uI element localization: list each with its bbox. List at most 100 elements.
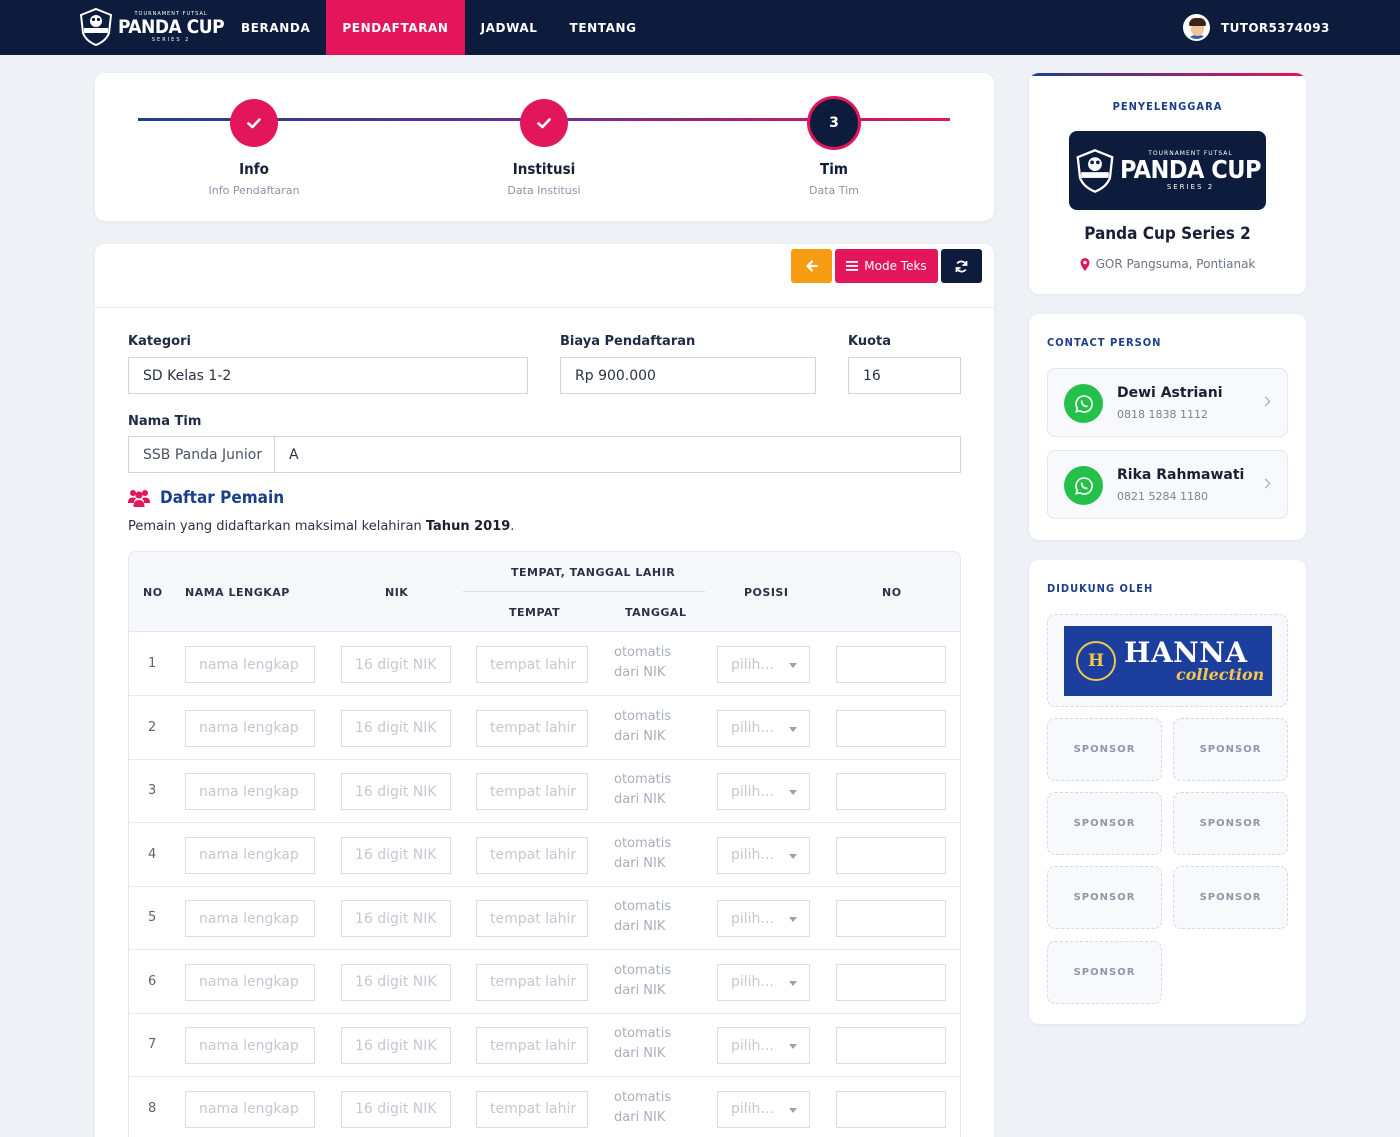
name-input[interactable]: nama lengkap — [185, 1090, 315, 1128]
sponsor-slot[interactable]: SPONSOR — [1047, 792, 1162, 855]
birthplace-input[interactable]: tempat lahir — [476, 773, 588, 810]
header-tanggal: TANGGAL — [625, 606, 687, 619]
birthdate-auto: otomatis dari NIK — [614, 835, 672, 871]
row-number: 4 — [148, 846, 157, 862]
jersey-number-input[interactable] — [836, 900, 946, 937]
organizer-logo: TOURNAMENT FUTSAL PANDA CUP SERIES 2 — [1069, 131, 1266, 210]
name-input[interactable]: nama lengkap — [185, 900, 315, 937]
table-row: 1 nama lengkap 16 digit NIK tempat lahir oto… — [129, 632, 960, 696]
chevron-down-icon — [789, 663, 797, 668]
chevron-down-icon — [789, 1044, 797, 1049]
sponsor-slot[interactable]: SPONSOR — [1173, 718, 1288, 781]
table-row: 8 nama lengkap 16 digit NIK tempat lahir oto… — [129, 1077, 960, 1137]
table-row: 2 nama lengkap 16 digit NIK tempat lahir oto… — [129, 696, 960, 760]
user-menu[interactable]: TUTOR5374093 — [1183, 14, 1330, 41]
kuota-field[interactable]: 16 — [848, 357, 961, 394]
birthplace-input[interactable]: tempat lahir — [476, 1027, 588, 1064]
position-select[interactable]: pilih... — [717, 836, 810, 874]
birthplace-input[interactable]: tempat lahir — [476, 900, 588, 937]
nav-item-pendaftaran[interactable]: PENDAFTARAN — [326, 0, 465, 55]
nav-item-jadwal[interactable]: JADWAL — [465, 0, 554, 55]
nik-input[interactable]: 16 digit NIK — [341, 709, 451, 747]
nama-tim-input[interactable]: A — [274, 436, 961, 473]
step-institusi[interactable]: Institusi Data Institusi — [464, 99, 624, 197]
name-input[interactable]: nama lengkap — [185, 1027, 315, 1064]
name-input[interactable]: nama lengkap — [185, 773, 315, 810]
table-row: 6 nama lengkap 16 digit NIK tempat lahir oto… — [129, 950, 960, 1014]
jersey-number-input[interactable] — [836, 773, 946, 810]
chevron-down-icon — [789, 980, 797, 986]
position-select[interactable]: pilih... — [717, 1090, 810, 1128]
refresh-button[interactable] — [941, 249, 982, 283]
biaya-field[interactable]: Rp 900.000 — [560, 357, 816, 394]
text-mode-button[interactable]: Mode Teks — [835, 249, 938, 283]
registration-stepper: Info Info Pendaftaran Institusi Data Ins… — [95, 73, 994, 221]
step-info[interactable]: Info Info Pendaftaran — [174, 99, 334, 197]
table-header: NO NAMA LENGKAP NIK TEMPAT, TANGGAL LAHI… — [129, 552, 960, 632]
position-select[interactable]: pilih... — [717, 709, 810, 747]
nav-item-tentang[interactable]: TENTANG — [554, 0, 653, 55]
brand-name: PANDA CUP — [118, 16, 225, 38]
nik-input[interactable]: 16 digit NIK — [341, 963, 451, 1001]
jersey-number-input[interactable] — [836, 963, 946, 1001]
sponsor-slot[interactable]: SPONSOR — [1173, 866, 1288, 929]
nik-input[interactable]: 16 digit NIK — [341, 1027, 451, 1064]
kategori-field[interactable]: SD Kelas 1-2 — [128, 357, 528, 394]
nik-input[interactable]: 16 digit NIK — [341, 1090, 451, 1128]
birthplace-input[interactable]: tempat lahir — [476, 963, 588, 1001]
name-input[interactable]: nama lengkap — [185, 709, 315, 747]
position-select[interactable]: pilih... — [717, 646, 810, 683]
arrow-left-icon — [805, 260, 818, 272]
birthplace-input[interactable]: tempat lahir — [476, 1090, 588, 1128]
position-select[interactable]: pilih... — [717, 1027, 810, 1064]
jersey-number-input[interactable] — [836, 1027, 946, 1064]
brand-logo[interactable]: TOURNAMENT FUTSAL PANDA CUP SERIES 2 — [78, 6, 225, 48]
jersey-number-input[interactable] — [836, 646, 946, 683]
jersey-number-input[interactable] — [836, 709, 946, 747]
birthdate-auto: otomatis dari NIK — [614, 1026, 672, 1061]
nama-tim-prefix: SSB Panda Junior — [128, 436, 275, 473]
sponsor-slot[interactable]: SPONSOR — [1047, 866, 1162, 929]
contact-phone: 0821 5284 1180 — [1117, 490, 1208, 503]
nik-input[interactable]: 16 digit NIK — [341, 900, 451, 937]
contact-item[interactable]: Dewi Astriani 0818 1838 1112 — [1047, 368, 1288, 437]
nik-input[interactable]: 16 digit NIK — [341, 646, 451, 683]
row-number: 8 — [148, 1100, 157, 1116]
contact-item[interactable]: Rika Rahmawati 0821 5284 1180 — [1047, 450, 1288, 519]
jersey-number-input[interactable] — [836, 836, 946, 874]
sponsor-slot[interactable]: SPONSOR — [1047, 941, 1162, 1004]
main-sponsor[interactable]: H HANNA collection — [1047, 614, 1288, 707]
check-icon — [230, 99, 278, 147]
header-no-punggung: NO — [882, 586, 902, 599]
name-input[interactable]: nama lengkap — [185, 836, 315, 874]
contact-phone: 0818 1838 1112 — [1117, 408, 1208, 421]
position-select[interactable]: pilih... — [717, 773, 810, 810]
row-number: 3 — [148, 783, 157, 798]
birthdate-auto: otomatis dari NIK — [614, 708, 672, 744]
nav-item-beranda[interactable]: BERANDA — [225, 0, 326, 55]
list-icon — [846, 261, 859, 271]
jersey-number-input[interactable] — [836, 1090, 946, 1128]
back-button[interactable] — [791, 249, 832, 283]
name-input[interactable]: nama lengkap — [185, 963, 315, 1001]
organizer-card: PENYELENGGARA TOURNAMENT FUTSAL PANDA CU… — [1029, 73, 1306, 294]
chevron-right-icon — [1260, 396, 1271, 407]
header-ttl: TEMPAT, TANGGAL LAHIR — [511, 566, 676, 579]
birthplace-input[interactable]: tempat lahir — [476, 646, 588, 683]
birthplace-input[interactable]: tempat lahir — [476, 836, 588, 874]
step-number: 3 — [810, 99, 858, 147]
name-input[interactable]: nama lengkap — [185, 646, 315, 683]
whatsapp-icon — [1064, 384, 1103, 423]
position-select[interactable]: pilih... — [717, 900, 810, 937]
position-select[interactable]: pilih... — [717, 963, 810, 1001]
nik-input[interactable]: 16 digit NIK — [341, 836, 451, 874]
step-tim[interactable]: 3 Tim Data Tim — [754, 99, 914, 197]
birthplace-input[interactable]: tempat lahir — [476, 709, 588, 747]
card-accent-bar — [1029, 73, 1306, 76]
header-tempat: TEMPAT — [509, 606, 561, 619]
sponsor-tagline: collection — [1176, 665, 1265, 684]
sponsor-slot[interactable]: SPONSOR — [1047, 718, 1162, 781]
sponsor-slot[interactable]: SPONSOR — [1173, 792, 1288, 855]
sponsor-card: DIDUKUNG OLEH H HANNA collection SPONSOR… — [1029, 560, 1306, 1024]
nik-input[interactable]: 16 digit NIK — [341, 773, 451, 810]
